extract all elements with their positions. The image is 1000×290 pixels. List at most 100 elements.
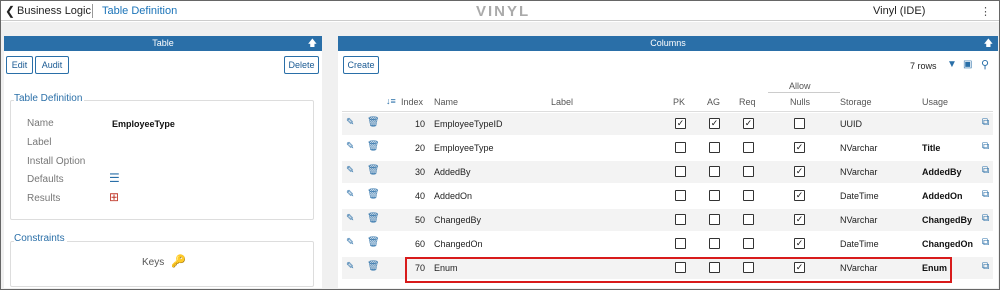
columns-panel-title: Columns: [650, 38, 686, 48]
filter-icon[interactable]: ▼: [947, 59, 957, 70]
columns-panel: Columns 🡅 Create 7 rows ▼ ▣ ⚲ ↓≡ Index N…: [338, 36, 998, 288]
open-external-icon[interactable]: ⧉: [982, 189, 989, 200]
usage-cell: ChangedOn: [922, 239, 973, 249]
table-row[interactable]: ✎ 🗑 30 AddedBy ✓ NVarchar AddedBy ⧉: [342, 161, 993, 184]
breadcrumb-table-definition[interactable]: Table Definition: [102, 5, 177, 17]
app-name[interactable]: Vinyl (IDE): [873, 5, 925, 17]
header-nulls[interactable]: Nulls: [790, 97, 810, 107]
header-divider: [342, 111, 993, 112]
edit-pencil-icon[interactable]: ✎: [346, 189, 354, 200]
req-checkbox[interactable]: ✓: [743, 118, 754, 129]
nulls-checkbox[interactable]: ✓: [794, 142, 805, 153]
top-bar: ❮ Business Logic Table Definition VINYL …: [1, 1, 999, 21]
collapse-icon[interactable]: 🡅: [984, 36, 993, 51]
search-icon[interactable]: ⚲: [981, 58, 989, 71]
ag-checkbox[interactable]: ✓: [709, 118, 720, 129]
open-external-icon[interactable]: ⧉: [982, 261, 989, 272]
pk-checkbox[interactable]: [675, 214, 686, 225]
create-button[interactable]: Create: [343, 56, 379, 74]
edit-button[interactable]: Edit: [6, 56, 33, 74]
constraints-title: Constraints: [14, 233, 67, 244]
columns-panel-header[interactable]: Columns 🡅: [338, 36, 998, 51]
storage-cell: NVarchar: [840, 215, 878, 225]
table-row[interactable]: ✎ 🗑 50 ChangedBy ✓ NVarchar ChangedBy ⧉: [342, 209, 993, 232]
delete-trash-icon[interactable]: 🗑: [367, 141, 380, 152]
index-cell: 50: [415, 215, 426, 225]
req-checkbox[interactable]: [743, 190, 754, 201]
pk-checkbox[interactable]: [675, 238, 686, 249]
edit-pencil-icon[interactable]: ✎: [346, 213, 354, 224]
nulls-checkbox[interactable]: ✓: [794, 214, 805, 225]
req-checkbox[interactable]: [743, 214, 754, 225]
header-index[interactable]: Index: [401, 97, 423, 107]
index-cell: 60: [415, 239, 426, 249]
req-checkbox[interactable]: [743, 238, 754, 249]
key-icon[interactable]: 🔑: [171, 254, 186, 268]
header-pk[interactable]: PK: [673, 97, 685, 107]
open-external-icon[interactable]: ⧉: [982, 237, 989, 248]
pk-checkbox[interactable]: ✓: [675, 118, 686, 129]
edit-pencil-icon[interactable]: ✎: [346, 237, 354, 248]
req-checkbox[interactable]: [743, 142, 754, 153]
storage-cell: UUID: [840, 119, 862, 129]
label-label: Label: [27, 137, 52, 148]
grid-icon[interactable]: ⊞: [109, 190, 119, 204]
req-checkbox[interactable]: [743, 166, 754, 177]
chevron-left-icon[interactable]: ❮: [5, 4, 15, 18]
pk-checkbox[interactable]: [675, 190, 686, 201]
keys-label[interactable]: Keys: [142, 257, 164, 268]
storage-cell: NVarchar: [840, 143, 878, 153]
ag-checkbox[interactable]: [709, 166, 720, 177]
header-usage[interactable]: Usage: [922, 97, 948, 107]
table-row[interactable]: ✎ 🗑 10 EmployeeTypeID ✓ ✓ ✓ UUID ⧉: [342, 113, 993, 136]
delete-trash-icon[interactable]: 🗑: [367, 117, 380, 128]
header-ag[interactable]: AG: [707, 97, 720, 107]
table-row[interactable]: ✎ 🗑 20 EmployeeType ✓ NVarchar Title ⧉: [342, 137, 993, 160]
collapse-icon[interactable]: 🡅: [308, 36, 317, 51]
edit-pencil-icon[interactable]: ✎: [346, 165, 354, 176]
nulls-checkbox[interactable]: ✓: [794, 190, 805, 201]
delete-trash-icon[interactable]: 🗑: [367, 213, 380, 224]
audit-button[interactable]: Audit: [35, 56, 69, 74]
table-panel-header[interactable]: Table 🡅: [4, 36, 322, 51]
pk-checkbox[interactable]: [675, 166, 686, 177]
header-storage[interactable]: Storage: [840, 97, 872, 107]
save-icon[interactable]: ▣: [963, 59, 972, 70]
menu-icon[interactable]: ⋮: [980, 5, 991, 18]
open-external-icon[interactable]: ⧉: [982, 117, 989, 128]
name-cell: AddedOn: [434, 191, 473, 201]
install-option-label: Install Option: [27, 156, 86, 167]
header-name[interactable]: Name: [434, 97, 458, 107]
header-label[interactable]: Label: [551, 97, 573, 107]
edit-pencil-icon[interactable]: ✎: [346, 141, 354, 152]
edit-pencil-icon[interactable]: ✎: [346, 261, 354, 272]
edit-pencil-icon[interactable]: ✎: [346, 117, 354, 128]
delete-button[interactable]: Delete: [284, 56, 319, 74]
highlight-box: [405, 257, 952, 283]
ag-checkbox[interactable]: [709, 214, 720, 225]
delete-trash-icon[interactable]: 🗑: [367, 189, 380, 200]
usage-cell: ChangedBy: [922, 215, 973, 225]
pk-checkbox[interactable]: [675, 142, 686, 153]
open-external-icon[interactable]: ⧉: [982, 213, 989, 224]
ag-checkbox[interactable]: [709, 142, 720, 153]
open-external-icon[interactable]: ⧉: [982, 165, 989, 176]
nulls-checkbox[interactable]: ✓: [794, 166, 805, 177]
sort-icon[interactable]: ↓≡: [386, 96, 396, 106]
delete-trash-icon[interactable]: 🗑: [367, 165, 380, 176]
nulls-checkbox[interactable]: ✓: [794, 238, 805, 249]
open-external-icon[interactable]: ⧉: [982, 141, 989, 152]
delete-trash-icon[interactable]: 🗑: [367, 237, 380, 248]
header-req[interactable]: Req: [739, 97, 756, 107]
sliders-icon[interactable]: ☰: [109, 171, 120, 185]
delete-trash-icon[interactable]: 🗑: [367, 261, 380, 272]
table-row[interactable]: ✎ 🗑 40 AddedOn ✓ DateTime AddedOn ⧉: [342, 185, 993, 208]
breadcrumb-business-logic[interactable]: Business Logic: [17, 5, 91, 17]
ag-checkbox[interactable]: [709, 190, 720, 201]
nulls-checkbox[interactable]: [794, 118, 805, 129]
results-label: Results: [27, 193, 61, 204]
header-allow: Allow: [789, 81, 811, 91]
table-row[interactable]: ✎ 🗑 60 ChangedOn ✓ DateTime ChangedOn ⧉: [342, 233, 993, 256]
name-cell: EmployeeTypeID: [434, 119, 503, 129]
ag-checkbox[interactable]: [709, 238, 720, 249]
